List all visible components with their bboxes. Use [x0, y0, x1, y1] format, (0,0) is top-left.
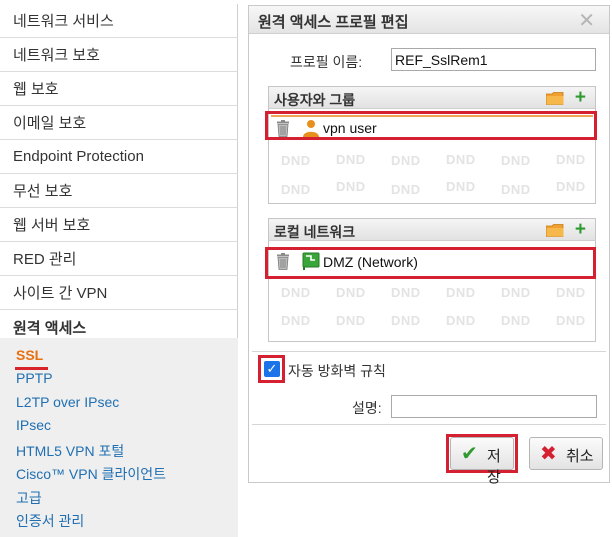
dnd-watermark: DND: [281, 153, 311, 168]
dialog-header: 원격 액세스 프로필 편집 ✕: [249, 6, 609, 34]
submenu-item-l2tp[interactable]: L2TP over IPsec: [16, 394, 119, 410]
sidebar-item-label: Endpoint Protection: [13, 148, 144, 165]
submenu-item-pptp[interactable]: PPTP: [16, 370, 53, 386]
cancel-button[interactable]: ✖ 취소: [529, 437, 603, 470]
dnd-watermark: DND: [391, 285, 421, 300]
local-networks-title: 로컬 네트워크: [274, 224, 356, 240]
sidebar-item-label: RED 관리: [13, 251, 77, 268]
sidebar-item-label: 웹 보호: [13, 81, 59, 98]
add-icon[interactable]: +: [575, 220, 586, 239]
submenu-item-advanced[interactable]: 고급: [16, 488, 42, 508]
sidebar-item-wireless-protection[interactable]: 무선 보호: [0, 174, 238, 208]
sidebar-item-label: 네트워크 서비스: [13, 13, 114, 30]
highlight-box: [265, 247, 596, 279]
profile-name-input[interactable]: [391, 48, 596, 71]
auto-firewall-checkbox[interactable]: ✓: [264, 361, 280, 377]
dnd-watermark: DND: [556, 313, 586, 328]
dnd-watermark: DND: [446, 285, 476, 300]
dnd-watermark: DND: [446, 179, 476, 194]
sidebar-item-label: 웹 서버 보호: [13, 217, 91, 234]
local-networks-box: 로컬 네트워크 + DND DND DND DND DND DND DND DN…: [268, 218, 596, 342]
dnd-watermark: DND: [281, 313, 311, 328]
folder-icon[interactable]: [546, 92, 564, 105]
save-button-label: 저장: [487, 448, 501, 486]
submenu-item-cisco-vpn[interactable]: Cisco™ VPN 클라이언트: [16, 464, 166, 484]
auto-firewall-label: 자동 방화벽 규칙: [288, 363, 386, 379]
profile-name-label: 프로필 이름:: [290, 54, 363, 70]
submenu-item-html5-vpn[interactable]: HTML5 VPN 포털: [16, 441, 124, 461]
sidebar-item-email-protection[interactable]: 이메일 보호: [0, 106, 238, 140]
sidebar-item-network-services[interactable]: 네트워크 서비스: [0, 4, 238, 38]
dnd-watermark: DND: [336, 285, 366, 300]
sidebar-item-network-protection[interactable]: 네트워크 보호: [0, 38, 238, 72]
dnd-watermark: DND: [336, 152, 366, 167]
dnd-watermark: DND: [391, 153, 421, 168]
save-button[interactable]: ✔ 저장: [450, 437, 514, 486]
local-networks-header: 로컬 네트워크 +: [269, 219, 595, 241]
dialog-title: 원격 액세스 프로필 편집: [258, 14, 409, 31]
dnd-watermark: DND: [556, 179, 586, 194]
sidebar-item-endpoint-protection[interactable]: Endpoint Protection: [0, 140, 238, 174]
sidebar-item-label: 사이트 간 VPN: [13, 285, 108, 302]
sidebar-item-red-management[interactable]: RED 관리: [0, 242, 238, 276]
close-icon[interactable]: ✕: [578, 8, 595, 33]
dnd-watermark: DND: [501, 285, 531, 300]
users-groups-title: 사용자와 그룹: [274, 92, 356, 108]
highlight-box: [265, 111, 597, 140]
users-groups-header: 사용자와 그룹 +: [269, 87, 595, 109]
submenu-item-ssl[interactable]: SSL: [15, 347, 48, 370]
dnd-watermark: DND: [501, 313, 531, 328]
dnd-watermark: DND: [501, 153, 531, 168]
dnd-watermark: DND: [446, 313, 476, 328]
sidebar-item-label: 무선 보호: [13, 183, 73, 200]
cancel-button-label: 취소: [566, 448, 594, 465]
comment-input[interactable]: [391, 395, 597, 418]
submenu-item-certificates[interactable]: 인증서 관리: [16, 511, 84, 531]
users-groups-box: 사용자와 그룹 + DND DND DND DND DND DND DND DN…: [268, 86, 596, 204]
dnd-watermark: DND: [281, 182, 311, 197]
submenu-item-ipsec[interactable]: IPsec: [16, 417, 51, 433]
sidebar-item-label: 이메일 보호: [13, 115, 87, 132]
sidebar-item-label: 네트워크 보호: [13, 47, 100, 64]
sidebar-item-webserver-protection[interactable]: 웹 서버 보호: [0, 208, 238, 242]
folder-icon[interactable]: [546, 224, 564, 237]
dnd-watermark: DND: [556, 285, 586, 300]
divider: [252, 351, 606, 352]
close-icon: ✖: [540, 443, 557, 465]
dnd-watermark: DND: [446, 152, 476, 167]
sidebar-item-web-protection[interactable]: 웹 보호: [0, 72, 238, 106]
divider: [252, 424, 606, 425]
dnd-watermark: DND: [501, 182, 531, 197]
submenu-item-label: SSL: [16, 347, 44, 363]
dnd-watermark: DND: [336, 313, 366, 328]
dnd-watermark: DND: [281, 285, 311, 300]
dnd-watermark: DND: [391, 313, 421, 328]
dnd-watermark: DND: [391, 182, 421, 197]
sidebar-item-site-to-site-vpn[interactable]: 사이트 간 VPN: [0, 276, 238, 310]
checkmark-icon: ✔: [461, 443, 478, 465]
add-icon[interactable]: +: [575, 88, 586, 107]
sidebar: 네트워크 서비스 네트워크 보호 웹 보호 이메일 보호 Endpoint Pr…: [0, 0, 240, 537]
dnd-watermark: DND: [336, 179, 366, 194]
dnd-watermark: DND: [556, 152, 586, 167]
sidebar-item-label: 원격 액세스: [13, 319, 87, 337]
remote-access-submenu: SSL PPTP L2TP over IPsec IPsec HTML5 VPN…: [0, 338, 238, 537]
comment-label: 설명:: [352, 400, 382, 416]
